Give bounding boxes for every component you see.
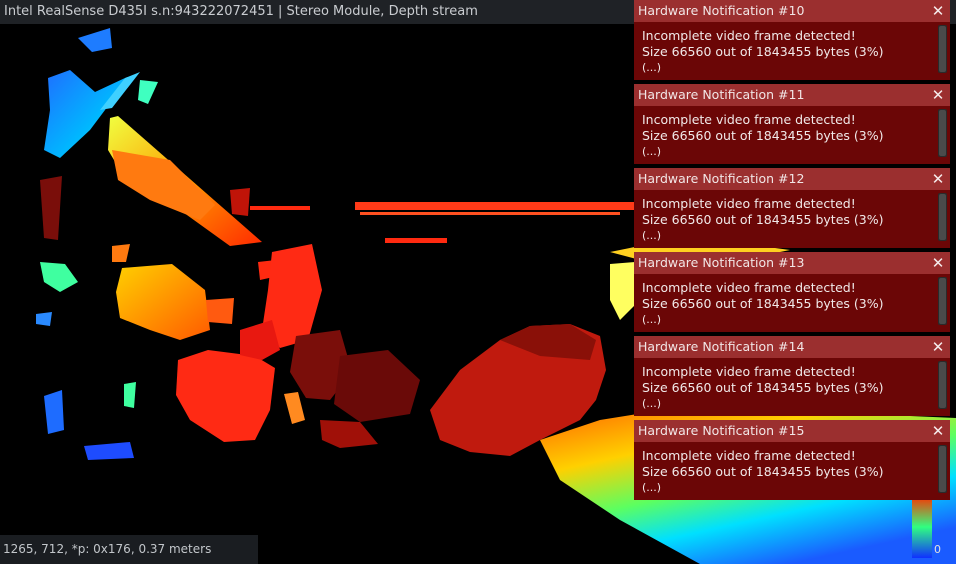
notification-more-link[interactable]: (...) <box>642 228 950 244</box>
depth-blob <box>44 390 64 434</box>
close-icon[interactable]: ✕ <box>930 336 946 358</box>
notification-card: Hardware Notification #11 ✕ Incomplete v… <box>634 84 950 164</box>
notification-more-link[interactable]: (...) <box>642 60 950 76</box>
notification-card: Hardware Notification #14 ✕ Incomplete v… <box>634 336 950 416</box>
notification-title: Hardware Notification #13 <box>638 255 805 270</box>
notification-message: Incomplete video frame detected! <box>642 28 856 43</box>
notification-header: Hardware Notification #12 ✕ <box>634 168 950 190</box>
depth-blob <box>112 244 130 262</box>
colorbar-min-label: 0 <box>934 543 941 556</box>
depth-blob <box>334 350 420 422</box>
notification-card: Hardware Notification #13 ✕ Incomplete v… <box>634 252 950 332</box>
notification-scrollbar[interactable] <box>938 193 947 241</box>
close-icon[interactable]: ✕ <box>930 420 946 442</box>
notification-detail: Size 66560 out of 1843455 bytes (3%) <box>642 296 884 311</box>
notification-card: Hardware Notification #10 ✕ Incomplete v… <box>634 0 950 80</box>
notification-scrollbar[interactable] <box>938 277 947 325</box>
notification-scrollbar[interactable] <box>938 25 947 73</box>
notification-title: Hardware Notification #10 <box>638 3 805 18</box>
depth-streak <box>355 202 640 210</box>
notification-body: Incomplete video frame detected! Size 66… <box>634 190 950 248</box>
close-icon[interactable]: ✕ <box>930 252 946 274</box>
depth-blob <box>36 312 52 326</box>
notification-body: Incomplete video frame detected! Size 66… <box>634 106 950 164</box>
notification-header: Hardware Notification #13 ✕ <box>634 252 950 274</box>
notification-detail: Size 66560 out of 1843455 bytes (3%) <box>642 380 884 395</box>
pixel-readout: 1265, 712, *p: 0x176, 0.37 meters <box>0 535 258 564</box>
notification-message: Incomplete video frame detected! <box>642 280 856 295</box>
depth-blob <box>84 442 134 460</box>
notification-title: Hardware Notification #14 <box>638 339 805 354</box>
depth-streak <box>385 238 447 243</box>
notification-body: Incomplete video frame detected! Size 66… <box>634 22 950 80</box>
depth-streak <box>250 206 310 210</box>
depth-blob <box>116 264 210 340</box>
notification-scrollbar[interactable] <box>938 445 947 493</box>
colorbar <box>912 496 932 558</box>
notification-header: Hardware Notification #11 ✕ <box>634 84 950 106</box>
notification-message: Incomplete video frame detected! <box>642 448 856 463</box>
depth-blob <box>40 176 62 240</box>
depth-blob <box>112 150 215 220</box>
notification-header: Hardware Notification #10 ✕ <box>634 0 950 22</box>
depth-blob <box>284 392 305 424</box>
notification-body: Incomplete video frame detected! Size 66… <box>634 358 950 416</box>
close-icon[interactable]: ✕ <box>930 0 946 22</box>
notification-header: Hardware Notification #14 ✕ <box>634 336 950 358</box>
depth-blob <box>230 188 250 216</box>
notification-title: Hardware Notification #15 <box>638 423 805 438</box>
depth-blob <box>40 262 78 292</box>
notification-detail: Size 66560 out of 1843455 bytes (3%) <box>642 212 884 227</box>
depth-blob <box>138 80 158 104</box>
notification-detail: Size 66560 out of 1843455 bytes (3%) <box>642 44 884 59</box>
notification-detail: Size 66560 out of 1843455 bytes (3%) <box>642 464 884 479</box>
depth-blob <box>320 420 378 448</box>
notification-more-link[interactable]: (...) <box>642 396 950 412</box>
notification-scrollbar[interactable] <box>938 361 947 409</box>
depth-blob <box>78 28 112 52</box>
notification-message: Incomplete video frame detected! <box>642 364 856 379</box>
notification-message: Incomplete video frame detected! <box>642 196 856 211</box>
notification-header: Hardware Notification #15 ✕ <box>634 420 950 442</box>
notification-title: Hardware Notification #11 <box>638 87 805 102</box>
notification-more-link[interactable]: (...) <box>642 144 950 160</box>
depth-blob <box>176 350 275 442</box>
notification-detail: Size 66560 out of 1843455 bytes (3%) <box>642 128 884 143</box>
depth-streak <box>360 212 620 215</box>
notification-body: Incomplete video frame detected! Size 66… <box>634 442 950 500</box>
notification-card: Hardware Notification #15 ✕ Incomplete v… <box>634 420 950 500</box>
notification-body: Incomplete video frame detected! Size 66… <box>634 274 950 332</box>
depth-blob <box>124 382 136 408</box>
notification-message: Incomplete video frame detected! <box>642 112 856 127</box>
notification-title: Hardware Notification #12 <box>638 171 805 186</box>
notification-more-link[interactable]: (...) <box>642 312 950 328</box>
notification-card: Hardware Notification #12 ✕ Incomplete v… <box>634 168 950 248</box>
notification-scrollbar[interactable] <box>938 109 947 157</box>
close-icon[interactable]: ✕ <box>930 168 946 190</box>
close-icon[interactable]: ✕ <box>930 84 946 106</box>
notification-more-link[interactable]: (...) <box>642 480 950 496</box>
depth-viewer[interactable]: Intel RealSense D435I s.n:943222072451 |… <box>0 0 956 564</box>
depth-blob <box>206 298 234 324</box>
